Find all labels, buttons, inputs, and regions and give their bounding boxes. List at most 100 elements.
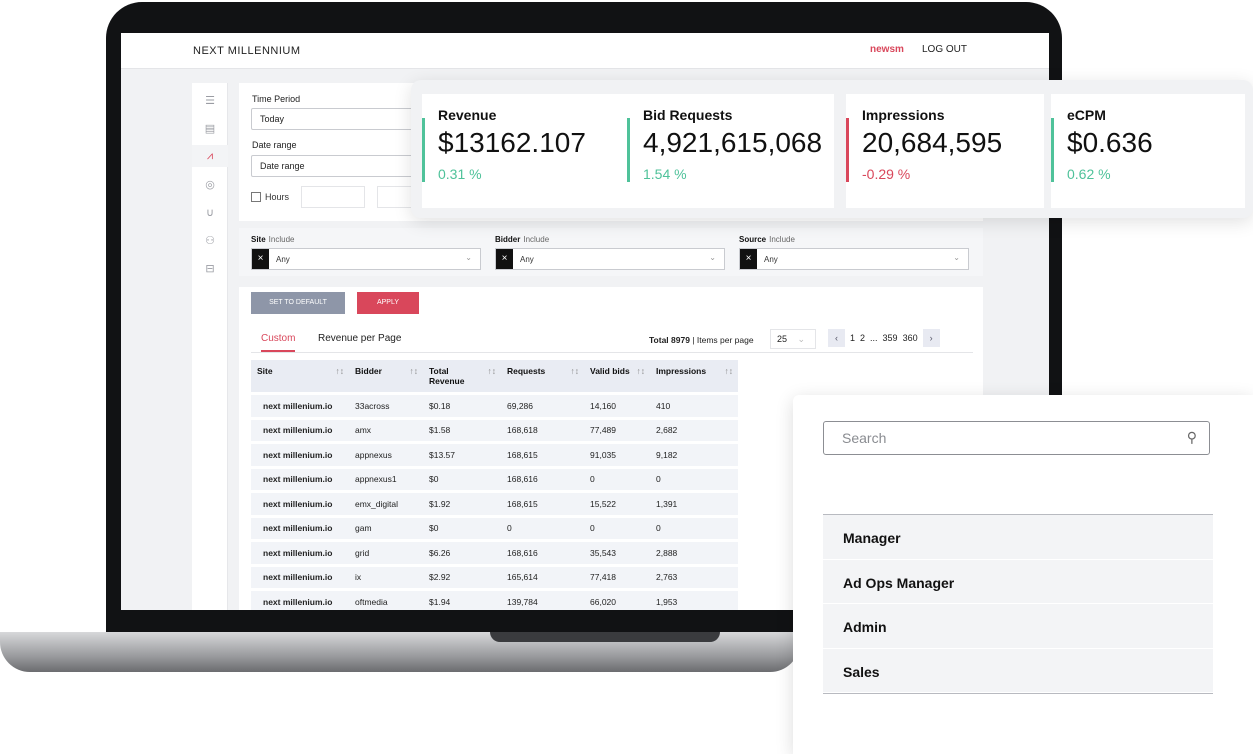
cell-bidder: gam	[349, 517, 423, 539]
cell-site: next millenium.io	[251, 468, 349, 490]
stat-value: 4,921,615,068	[643, 127, 823, 158]
search-icon: ⚲	[1186, 429, 1197, 445]
logout-link[interactable]: LOG OUT	[922, 44, 967, 55]
cell-valid-bids: 15,522	[584, 493, 650, 515]
cell-bidder: grid	[349, 542, 423, 564]
cell-impressions: 2,682	[650, 419, 738, 441]
menu-icon[interactable]: ☰	[192, 89, 228, 111]
chevron-down-icon: ⌄	[953, 253, 960, 262]
chevron-down-icon: ⌄	[465, 253, 472, 262]
coins-icon[interactable]: ◎	[192, 173, 228, 195]
cell-impressions: 0	[650, 468, 738, 490]
table-row[interactable]: next millenium.io grid $6.26 168,616 35,543 2…	[251, 542, 738, 564]
cell-requests: 139,784	[501, 591, 584, 610]
bidder-filter-label: Bidder Include	[495, 235, 550, 244]
cell-impressions: 2,763	[650, 566, 738, 588]
page-link[interactable]: 1	[850, 333, 855, 343]
pagination: ‹ 1 2 ... 359 360 ›	[828, 329, 940, 347]
column-header-site[interactable]: Site ↑↕	[251, 360, 349, 392]
page-link[interactable]: 360	[903, 333, 918, 343]
cell-site: next millenium.io	[251, 591, 349, 610]
chevron-down-icon: ⌄	[797, 334, 806, 344]
role-option-manager[interactable]: Manager	[823, 515, 1213, 560]
stat-indicator	[1051, 118, 1054, 182]
prev-page-icon[interactable]: ‹	[828, 329, 845, 347]
column-header-total-revenue[interactable]: Total Revenue ↑↕	[423, 360, 501, 392]
briefcase-icon[interactable]: ⊟	[192, 257, 228, 279]
sort-icon: ↑↕	[636, 366, 646, 376]
chart-icon[interactable]: ⩘	[192, 145, 228, 167]
chevron-down-icon: ⌄	[709, 253, 716, 262]
apply-button[interactable]: APPLY	[357, 292, 419, 314]
table-row[interactable]: next millenium.io emx_digital $1.92 168,615…	[251, 493, 738, 515]
column-header-requests[interactable]: Requests ↑↕	[501, 360, 584, 392]
stat-card-revenue: Revenue $13162.107 0.31 %	[422, 94, 627, 208]
sort-icon: ↑↕	[570, 366, 580, 376]
brand-logo[interactable]: NEXT MILLENNIUM	[193, 45, 301, 57]
site-filter-label: Site Include	[251, 235, 295, 244]
cell-total-revenue: $1.58	[423, 419, 501, 441]
cell-requests: 168,615	[501, 444, 584, 466]
table-row[interactable]: next millenium.io oftmedia $1.94 139,784 66,…	[251, 591, 738, 610]
tab-revenue-per-page[interactable]: Revenue per Page	[318, 333, 401, 350]
source-filter-value: Any	[764, 255, 778, 264]
dimension-filters: Site Include × Any ⌄ Bidder Include × Any …	[239, 228, 983, 276]
user-name-link[interactable]: newsm	[870, 44, 904, 55]
users-icon[interactable]: ⚇	[192, 229, 228, 251]
stat-change: 0.31 %	[438, 166, 482, 182]
role-option-sales[interactable]: Sales	[823, 648, 1213, 693]
laptop-notch	[490, 632, 720, 642]
time-period-label: Time Period	[252, 94, 301, 104]
page-link[interactable]: 359	[883, 333, 898, 343]
site-filter-select[interactable]: × Any ⌄	[251, 248, 481, 270]
tab-custom[interactable]: Custom	[261, 333, 296, 352]
role-search-input[interactable]: Search ⚲	[823, 421, 1210, 455]
next-page-icon[interactable]: ›	[922, 329, 940, 347]
items-per-page-select[interactable]: 25 ⌄	[770, 329, 816, 349]
column-header-bidder[interactable]: Bidder ↑↕	[349, 360, 423, 392]
hour-from-input[interactable]	[301, 186, 365, 208]
report-icon[interactable]: ▤	[192, 117, 228, 139]
clear-icon[interactable]: ×	[252, 249, 269, 269]
source-filter-select[interactable]: × Any ⌄	[739, 248, 969, 270]
clear-icon[interactable]: ×	[740, 249, 757, 269]
sort-icon: ↑↕	[335, 366, 345, 376]
stat-indicator	[422, 118, 425, 182]
hours-checkbox[interactable]	[251, 192, 261, 202]
magnet-icon[interactable]: ∪	[192, 201, 228, 223]
table-row[interactable]: next millenium.io amx $1.58 168,618 77,489 2,…	[251, 419, 738, 441]
table-row[interactable]: next millenium.io ix $2.92 165,614 77,418 2,7…	[251, 566, 738, 588]
column-header-impressions[interactable]: Impressions ↑↕	[650, 360, 738, 392]
role-option-admin[interactable]: Admin	[823, 604, 1213, 649]
source-filter-label: Source Include	[739, 235, 795, 244]
cell-valid-bids: 77,418	[584, 566, 650, 588]
laptop-base	[0, 632, 800, 672]
role-option-ad-ops-manager[interactable]: Ad Ops Manager	[823, 559, 1213, 604]
role-list: Manager Ad Ops Manager Admin Sales	[823, 514, 1213, 694]
cell-site: next millenium.io	[251, 444, 349, 466]
cell-total-revenue: $13.57	[423, 444, 501, 466]
bidder-filter-value: Any	[520, 255, 534, 264]
stat-change: -0.29 %	[862, 166, 911, 182]
cell-requests: 168,616	[501, 542, 584, 564]
bidder-filter-select[interactable]: × Any ⌄	[495, 248, 725, 270]
cell-valid-bids: 91,035	[584, 444, 650, 466]
cell-bidder: appnexus1	[349, 468, 423, 490]
cell-site: next millenium.io	[251, 419, 349, 441]
hours-toggle[interactable]: Hours	[251, 192, 289, 202]
report-table: Site ↑↕ Bidder ↑↕ Total Revenue ↑↕ Requests…	[251, 357, 738, 610]
cell-valid-bids: 0	[584, 517, 650, 539]
column-header-valid-bids[interactable]: Valid bids ↑↕	[584, 360, 650, 392]
stat-card-bid-requests: Bid Requests 4,921,615,068 1.54 %	[627, 94, 834, 208]
table-row[interactable]: next millenium.io 33across $0.18 69,286 14,1…	[251, 395, 738, 417]
cell-impressions: 0	[650, 517, 738, 539]
table-row[interactable]: next millenium.io appnexus1 $0 168,616 0 0	[251, 468, 738, 490]
page-link[interactable]: 2	[860, 333, 865, 343]
stat-title: Revenue	[438, 107, 497, 123]
table-row[interactable]: next millenium.io gam $0 0 0 0	[251, 517, 738, 539]
clear-icon[interactable]: ×	[496, 249, 513, 269]
set-to-default-button[interactable]: SET TO DEFAULT	[251, 292, 345, 314]
cell-valid-bids: 66,020	[584, 591, 650, 610]
cell-site: next millenium.io	[251, 395, 349, 417]
table-row[interactable]: next millenium.io appnexus $13.57 168,615 91…	[251, 444, 738, 466]
